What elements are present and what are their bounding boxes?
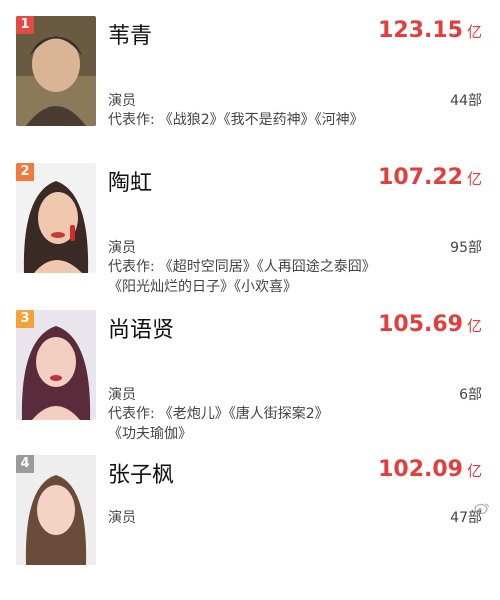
works-label: 代表作:	[108, 112, 155, 128]
actor-photo: 3	[16, 310, 96, 420]
box-office-score: 123.15 亿	[378, 18, 482, 43]
actor-name[interactable]: 陶虹	[108, 165, 152, 197]
score-value: 123.15	[378, 18, 463, 43]
actor-name[interactable]: 苇青	[108, 18, 152, 50]
works-count: 44部	[450, 93, 482, 109]
actor-photo: 2	[16, 163, 96, 273]
works-count: 95部	[450, 240, 482, 256]
score-unit: 亿	[466, 23, 482, 41]
score-value: 105.69	[378, 312, 463, 337]
works-label: 代表作:	[108, 406, 155, 422]
rank-badge: 1	[16, 16, 34, 34]
rank-badge: 4	[16, 455, 34, 473]
works-count: 6部	[459, 387, 482, 403]
ranking-entry-3[interactable]: 3 尚语贤 105.69 亿 演员 6部 代表作: 《老炮儿》《唐人街探案2》 《功…	[0, 310, 500, 455]
role-label: 演员	[108, 387, 136, 403]
score-value: 102.09	[378, 457, 463, 482]
score-unit: 亿	[466, 317, 482, 335]
role-label: 演员	[108, 510, 136, 526]
actor-photo: 4	[16, 455, 96, 565]
actor-name[interactable]: 尚语贤	[108, 312, 174, 344]
watermark	[474, 502, 490, 514]
score-unit: 亿	[466, 462, 482, 480]
score-unit: 亿	[466, 170, 482, 188]
works-line-1: 《超时空同居》《人再囧途之泰囧》	[158, 259, 376, 275]
ranking-entry-2[interactable]: 2 陶虹 107.22 亿 演员 95部 代表作: 《超时空同居》《人再囧途之泰囧》…	[0, 163, 500, 308]
box-office-score: 102.09 亿	[378, 457, 482, 482]
rank-badge: 3	[16, 310, 34, 328]
works-line-1: 《老炮儿》《唐人街探案2》	[158, 406, 329, 422]
role-label: 演员	[108, 240, 136, 256]
works-line-1: 《战狼2》《我不是药神》《河神》	[158, 112, 364, 128]
actor-photo: 1	[16, 16, 96, 126]
works-label: 代表作:	[108, 259, 155, 275]
rank-badge: 2	[16, 163, 34, 181]
weibo-icon	[474, 503, 489, 514]
ranking-entry-4[interactable]: 4 张子枫 102.09 亿 演员 47部	[0, 455, 500, 600]
ranking-entry-1[interactable]: 1 苇青 123.15 亿 演员 44部 代表作: 《战狼2》《我不是药神》《河神》	[0, 16, 500, 161]
score-value: 107.22	[378, 165, 463, 190]
representative-works: 代表作: 《老炮儿》《唐人街探案2》 《功夫瑜伽》	[108, 404, 478, 444]
box-office-score: 105.69 亿	[378, 312, 482, 337]
role-label: 演员	[108, 93, 136, 109]
works-line-2: 《功夫瑜伽》	[108, 426, 192, 442]
box-office-score: 107.22 亿	[378, 165, 482, 190]
works-line-2: 《阳光灿烂的日子》《小欢喜》	[108, 279, 297, 295]
actor-name[interactable]: 张子枫	[108, 457, 174, 489]
representative-works: 代表作: 《战狼2》《我不是药神》《河神》	[108, 110, 478, 130]
representative-works: 代表作: 《超时空同居》《人再囧途之泰囧》 《阳光灿烂的日子》《小欢喜》	[108, 257, 478, 297]
